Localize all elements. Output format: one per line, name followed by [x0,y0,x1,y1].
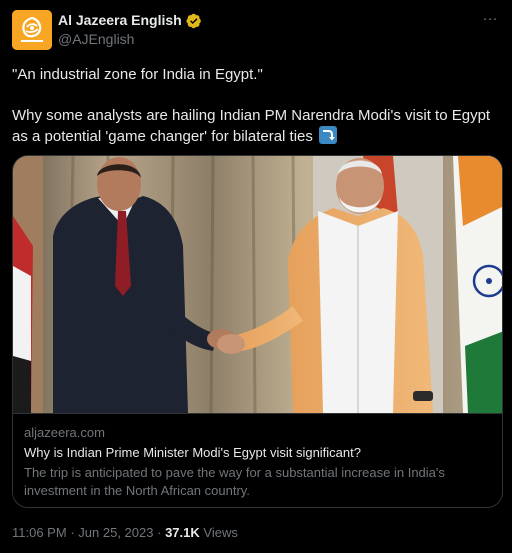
link-card[interactable]: aljazeera.com Why is Indian Prime Minist… [12,155,503,508]
views-count[interactable]: 37.1K [165,525,200,540]
card-domain[interactable]: aljazeera.com [24,424,493,441]
display-name[interactable]: Al Jazeera English [58,12,202,29]
meta-separator-2: · [157,525,162,540]
views-label: Views [203,525,238,540]
verified-badge-icon [186,13,201,28]
author-handle[interactable]: @AJEnglish [58,30,202,48]
tweet-date[interactable]: Jun 25, 2023 [78,525,153,540]
tweet-header: Al Jazeera English @AJEnglish ··· [12,10,500,50]
tweet-text-line-2: Why some analysts are hailing Indian PM … [12,105,502,147]
tweet-meta: 11:06 PM · Jun 25, 2023 · 37.1K Views [12,524,238,541]
card-body[interactable]: aljazeera.com Why is Indian Prime Minist… [13,413,502,500]
card-title[interactable]: Why is Indian Prime Minister Modi's Egyp… [24,444,493,461]
al-jazeera-logo-icon [12,10,52,50]
right-arrow-curving-down-icon [319,126,338,144]
tweet-text-line-2-content: Why some analysts are hailing Indian PM … [12,107,491,145]
display-name-text[interactable]: Al Jazeera English [58,12,182,29]
photo-sisi-modi-handshake [13,156,502,413]
avatar[interactable] [12,10,52,50]
tweet-time[interactable]: 11:06 PM [12,525,67,540]
tweet-text-line-1: "An industrial zone for India in Egypt." [12,66,263,83]
author-names: Al Jazeera English @AJEnglish [58,12,202,48]
meta-separator: · [70,525,75,540]
tweet: Al Jazeera English @AJEnglish ··· "An in… [0,0,512,553]
card-description: The trip is anticipated to pave the way … [24,465,445,498]
card-image[interactable] [13,156,502,413]
more-options-icon[interactable]: ··· [480,11,500,32]
tweet-text: "An industrial zone for India in Egypt."… [12,64,502,147]
